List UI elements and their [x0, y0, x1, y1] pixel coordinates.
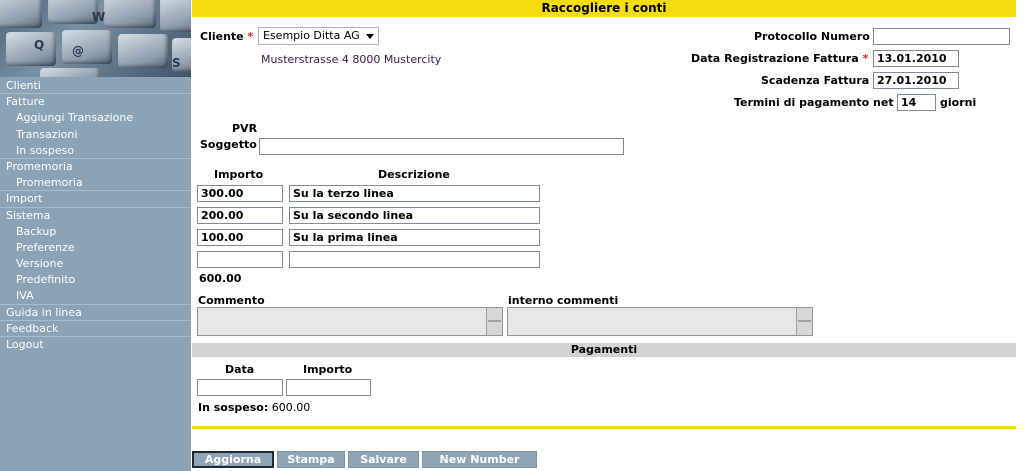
protocollo-label: Protocollo Numero	[754, 30, 870, 43]
divider	[192, 426, 1016, 429]
sidebar-item-import[interactable]: Import	[0, 191, 191, 208]
sidebar-item-clienti[interactable]: Clienti	[0, 78, 191, 95]
sidebar-item-promemoria[interactable]: Promemoria	[0, 175, 191, 192]
soggetto-label: Soggetto	[200, 138, 257, 151]
line-descrizione-input[interactable]	[289, 185, 540, 202]
scrollbar-grip-icon	[488, 320, 501, 322]
cliente-select[interactable]: Esempio Ditta AG	[258, 27, 379, 45]
sidebar-item-versione[interactable]: Versione	[0, 256, 191, 272]
sidebar-item-iva[interactable]: IVA	[0, 288, 191, 305]
termini-label: Termini di pagamento net	[734, 96, 894, 109]
key-glyph: W	[92, 10, 106, 24]
key-glyph: Q	[34, 38, 45, 52]
termini-input[interactable]	[897, 94, 936, 111]
page-title: Raccogliere i conti	[192, 0, 1016, 17]
sidebar-item-transazioni[interactable]: Transazioni	[0, 127, 191, 143]
lines-total: 600.00	[199, 272, 242, 285]
sidebar-item-in-sospeso[interactable]: In sospeso	[0, 143, 191, 159]
sidebar-item-aggiungi-transazione[interactable]: Aggiungi Transazione	[0, 110, 191, 126]
line-descrizione-input[interactable]	[289, 229, 540, 246]
cliente-label-text: Cliente	[200, 30, 244, 43]
sidebar-item-guida-in-linea[interactable]: Guida in linea	[0, 305, 191, 321]
payment-data-input[interactable]	[197, 379, 283, 396]
importo-header: Importo	[214, 168, 264, 181]
sidebar-item-fatture[interactable]: Fatture	[0, 94, 191, 110]
data-registrazione-label-text: Data Registrazione Fattura	[691, 52, 859, 65]
scadenza-label: Scadenza Fattura	[761, 74, 870, 87]
key-glyph: @	[72, 44, 84, 58]
descrizione-header: Descrizione	[378, 168, 450, 181]
scrollbar-grip-icon	[798, 320, 811, 322]
in-sospeso-value: 600.00	[271, 401, 311, 414]
line-importo-input[interactable]	[197, 229, 283, 246]
cliente-label: Cliente *	[200, 30, 253, 43]
sidebar-nav: Clienti Fatture Aggiungi Transazione Transa…	[0, 78, 191, 353]
required-marker: *	[862, 52, 869, 65]
payment-data-label: Data	[225, 363, 255, 376]
aggiorna-button[interactable]: Aggiorna	[192, 451, 274, 468]
line-importo-input[interactable]	[197, 185, 283, 202]
pagamenti-header: Pagamenti	[192, 343, 1016, 357]
payment-importo-input[interactable]	[286, 379, 371, 396]
commento-textarea[interactable]	[197, 307, 503, 336]
keyboard-logo-image: W Q @ S	[0, 0, 191, 77]
sidebar-item-feedback[interactable]: Feedback	[0, 321, 191, 337]
line-importo-input[interactable]	[197, 251, 283, 268]
data-registrazione-input[interactable]	[873, 50, 959, 67]
scadenza-input[interactable]	[873, 72, 959, 89]
salvare-button[interactable]: Salvare	[348, 451, 419, 468]
payment-importo-label: Importo	[303, 363, 353, 376]
in-sospeso-status: In sospeso: 600.00	[198, 401, 310, 414]
sidebar: W Q @ S Clienti Fatture Aggiungi Transazio…	[0, 0, 191, 471]
scrollbar[interactable]	[796, 308, 812, 335]
required-marker: *	[247, 30, 254, 43]
protocollo-input[interactable]	[873, 28, 1010, 45]
sidebar-item-promemoria[interactable]: Promemoria	[0, 159, 191, 175]
key-glyph: S	[172, 56, 181, 70]
termini-suffix: giorni	[940, 96, 977, 109]
stampa-button[interactable]: Stampa	[277, 451, 345, 468]
interno-commenti-textarea[interactable]	[507, 307, 813, 336]
commento-label: Commento	[198, 294, 265, 307]
scrollbar[interactable]	[486, 308, 502, 335]
pvr-label: PVR	[232, 122, 258, 135]
sidebar-item-predefinito[interactable]: Predefinito	[0, 272, 191, 288]
line-descrizione-input[interactable]	[289, 207, 540, 224]
sidebar-item-backup[interactable]: Backup	[0, 224, 191, 240]
line-descrizione-input[interactable]	[289, 251, 540, 268]
soggetto-input[interactable]	[259, 138, 624, 155]
line-importo-input[interactable]	[197, 207, 283, 224]
sidebar-item-logout[interactable]: Logout	[0, 337, 191, 353]
sidebar-item-sistema[interactable]: Sistema	[0, 208, 191, 224]
data-registrazione-label: Data Registrazione Fattura *	[691, 52, 868, 65]
sidebar-item-preferenze[interactable]: Preferenze	[0, 240, 191, 256]
cliente-select-value: Esempio Ditta AG	[263, 29, 360, 42]
in-sospeso-label: In sospeso:	[198, 401, 269, 414]
interno-commenti-label: interno commenti	[508, 294, 619, 307]
new-number-button[interactable]: New Number	[422, 451, 537, 468]
client-address: Musterstrasse 4 8000 Mustercity	[261, 53, 442, 66]
chevron-down-icon	[366, 34, 374, 39]
